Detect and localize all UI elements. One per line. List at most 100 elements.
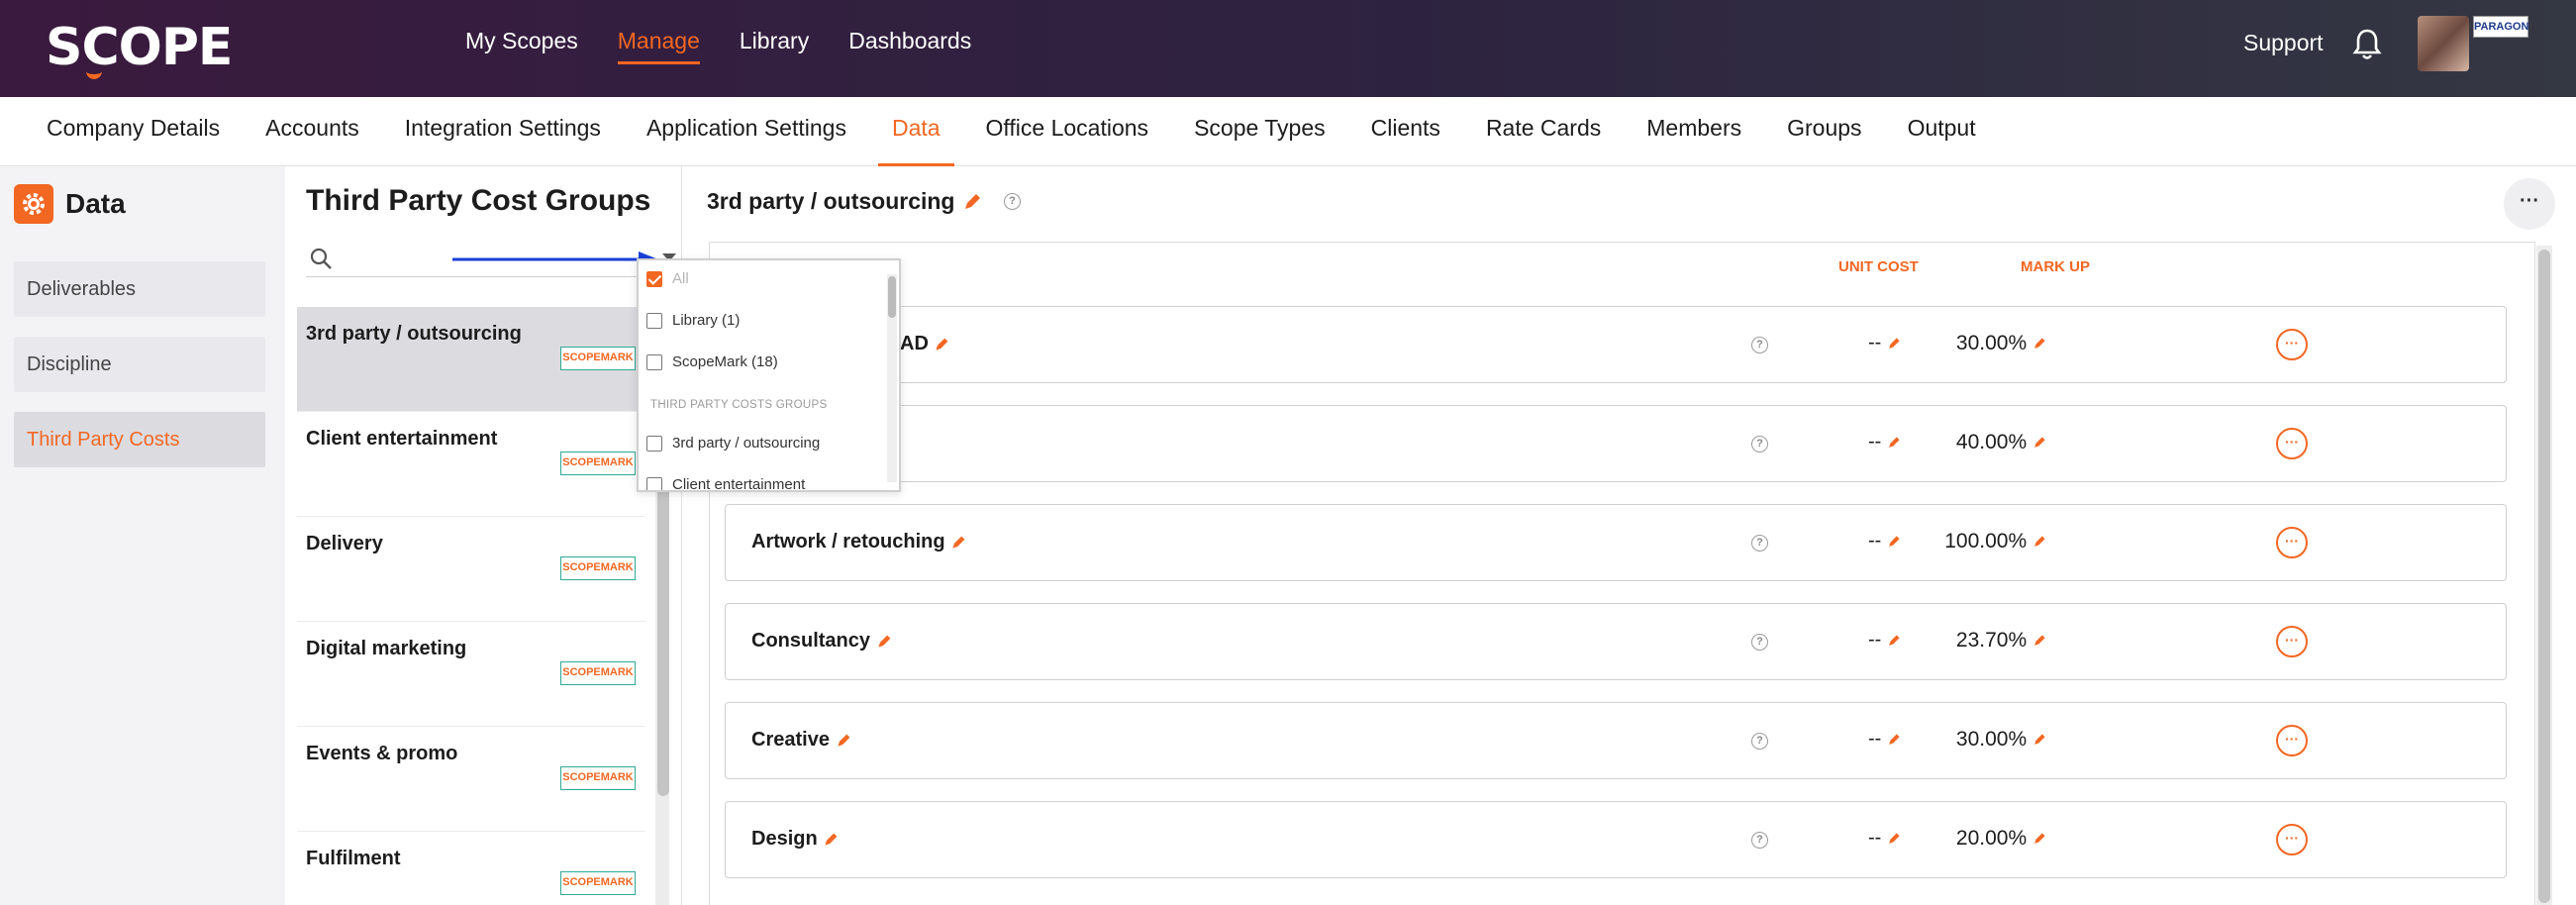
- tab-clients[interactable]: Clients: [1371, 97, 1440, 166]
- checkbox[interactable]: [646, 270, 662, 287]
- list-item[interactable]: Fulfilment SCOPEMARK: [297, 832, 645, 905]
- company-badge: PARAGON: [2473, 16, 2528, 38]
- nav-manage[interactable]: Manage: [617, 28, 701, 64]
- row-actions-button[interactable]: ···: [2276, 527, 2308, 558]
- help-icon[interactable]: ?: [1751, 634, 1768, 651]
- edit-pencil-icon[interactable]: [1887, 436, 1901, 450]
- edit-pencil-icon[interactable]: [1887, 832, 1901, 846]
- help-icon[interactable]: ?: [1751, 337, 1768, 353]
- checkbox[interactable]: [646, 353, 662, 370]
- edit-pencil-icon[interactable]: [2032, 337, 2046, 351]
- support-link[interactable]: Support: [2243, 30, 2324, 56]
- table-row: ? -- 40.00% ···: [725, 405, 2507, 482]
- edit-pencil-icon[interactable]: [1887, 535, 1901, 549]
- item-name: Design: [751, 828, 839, 851]
- mark-up-text: 100.00%: [1944, 530, 2028, 553]
- cost-items-panel: 3rd party / outsourcing ? ··· UNIT COST …: [681, 166, 2576, 905]
- filter-option-library[interactable]: Library (1): [646, 312, 740, 329]
- tab-groups[interactable]: Groups: [1787, 97, 1861, 166]
- list-item[interactable]: Events & promo SCOPEMARK: [297, 727, 645, 832]
- edit-pencil-icon[interactable]: [962, 192, 982, 212]
- nav-my-scopes[interactable]: My Scopes: [465, 28, 578, 64]
- edit-pencil-icon[interactable]: [2032, 634, 2046, 648]
- table-row: AD ? -- 30.00% ···: [725, 306, 2507, 383]
- item-name: AD: [900, 333, 949, 355]
- filter-option-scopemark[interactable]: ScopeMark (18): [646, 353, 778, 370]
- table-scrollbar-thumb[interactable]: [2538, 250, 2550, 903]
- search-input[interactable]: [306, 242, 676, 277]
- unit-cost-text: --: [1868, 332, 1882, 353]
- row-actions-button[interactable]: ···: [2276, 725, 2308, 756]
- sidebar-item-discipline[interactable]: Discipline: [14, 337, 265, 392]
- row-actions-button[interactable]: ···: [2276, 329, 2308, 360]
- checkbox[interactable]: [646, 476, 662, 490]
- filter-section-header: THIRD PARTY COSTS GROUPS: [650, 399, 828, 411]
- mark-up-text: 20.00%: [1955, 827, 2028, 850]
- filter-option-all[interactable]: All: [646, 270, 689, 287]
- help-icon[interactable]: ?: [1004, 193, 1021, 210]
- filter-option-group[interactable]: Client entertainment: [646, 476, 805, 490]
- edit-pencil-icon[interactable]: [2032, 733, 2046, 747]
- edit-pencil-icon[interactable]: [1887, 634, 1901, 648]
- checkbox[interactable]: [646, 435, 662, 452]
- help-icon[interactable]: ?: [1751, 832, 1768, 849]
- row-actions-button[interactable]: ···: [2276, 626, 2308, 657]
- edit-pencil-icon[interactable]: [2032, 436, 2046, 450]
- edit-pencil-icon[interactable]: [836, 733, 851, 749]
- list-item[interactable]: 3rd party / outsourcing SCOPEMARK: [297, 307, 645, 412]
- tab-scope-types[interactable]: Scope Types: [1194, 97, 1326, 166]
- sidebar-item-third-party-costs[interactable]: Third Party Costs: [14, 412, 265, 467]
- group-name: Fulfilment: [306, 848, 401, 869]
- bell-icon[interactable]: [2352, 28, 2382, 61]
- unit-cost-value: --: [1868, 431, 1901, 453]
- user-avatar[interactable]: [2418, 16, 2469, 71]
- tab-application-settings[interactable]: Application Settings: [646, 97, 846, 166]
- item-name: Consultancy: [751, 630, 892, 653]
- group-title: 3rd party / outsourcing: [707, 188, 982, 215]
- cost-items-table: UNIT COST MARK UP AD ? -- 30.00% ··· ? -…: [709, 242, 2535, 905]
- edit-pencil-icon[interactable]: [876, 634, 892, 650]
- edit-pencil-icon[interactable]: [2032, 832, 2046, 846]
- edit-pencil-icon[interactable]: [950, 535, 966, 551]
- edit-pencil-icon[interactable]: [1887, 733, 1901, 747]
- edit-pencil-icon[interactable]: [934, 337, 949, 352]
- search-icon: [310, 248, 332, 269]
- scopemark-badge: SCOPEMARK: [560, 871, 636, 895]
- nav-dashboards[interactable]: Dashboards: [848, 28, 971, 64]
- dropdown-scrollbar-thumb[interactable]: [888, 276, 896, 318]
- filter-option-group[interactable]: 3rd party / outsourcing: [646, 435, 820, 452]
- tab-office-locations[interactable]: Office Locations: [986, 97, 1149, 166]
- sidebar-header: Data: [14, 184, 126, 224]
- nav-library[interactable]: Library: [740, 28, 809, 64]
- edit-pencil-icon[interactable]: [1887, 337, 1901, 351]
- top-navbar: SCOPE My Scopes Manage Library Dashboard…: [0, 0, 2576, 97]
- ellipsis-icon[interactable]: ···: [2504, 178, 2555, 230]
- help-icon[interactable]: ?: [1751, 733, 1768, 750]
- row-actions-button[interactable]: ···: [2276, 428, 2308, 459]
- tab-company-details[interactable]: Company Details: [47, 97, 220, 166]
- tab-output[interactable]: Output: [1908, 97, 1976, 166]
- list-item[interactable]: Client entertainment SCOPEMARK: [297, 412, 645, 517]
- list-item[interactable]: Digital marketing SCOPEMARK: [297, 622, 645, 727]
- sidebar-item-deliverables[interactable]: Deliverables: [14, 261, 265, 317]
- checkbox[interactable]: [646, 312, 662, 329]
- item-name-text: Creative: [751, 729, 830, 751]
- help-icon[interactable]: ?: [1751, 535, 1768, 552]
- tab-data[interactable]: Data: [878, 97, 954, 166]
- scope-logo[interactable]: SCOPE: [46, 18, 233, 79]
- mark-up-value: 20.00%: [1928, 827, 2046, 851]
- item-name: Artwork / retouching: [751, 531, 966, 553]
- unit-cost-value: --: [1868, 629, 1901, 652]
- list-item[interactable]: Delivery SCOPEMARK: [297, 517, 645, 622]
- tab-integration-settings[interactable]: Integration Settings: [405, 97, 601, 166]
- unit-cost-value: --: [1868, 530, 1901, 553]
- row-actions-button[interactable]: ···: [2276, 824, 2308, 855]
- scopemark-badge: SCOPEMARK: [560, 766, 636, 790]
- edit-pencil-icon[interactable]: [823, 832, 839, 848]
- tab-rate-cards[interactable]: Rate Cards: [1486, 97, 1601, 166]
- scopemark-badge: SCOPEMARK: [560, 347, 636, 370]
- help-icon[interactable]: ?: [1751, 436, 1768, 452]
- tab-members[interactable]: Members: [1646, 97, 1741, 166]
- tab-accounts[interactable]: Accounts: [265, 97, 359, 166]
- edit-pencil-icon[interactable]: [2032, 535, 2046, 549]
